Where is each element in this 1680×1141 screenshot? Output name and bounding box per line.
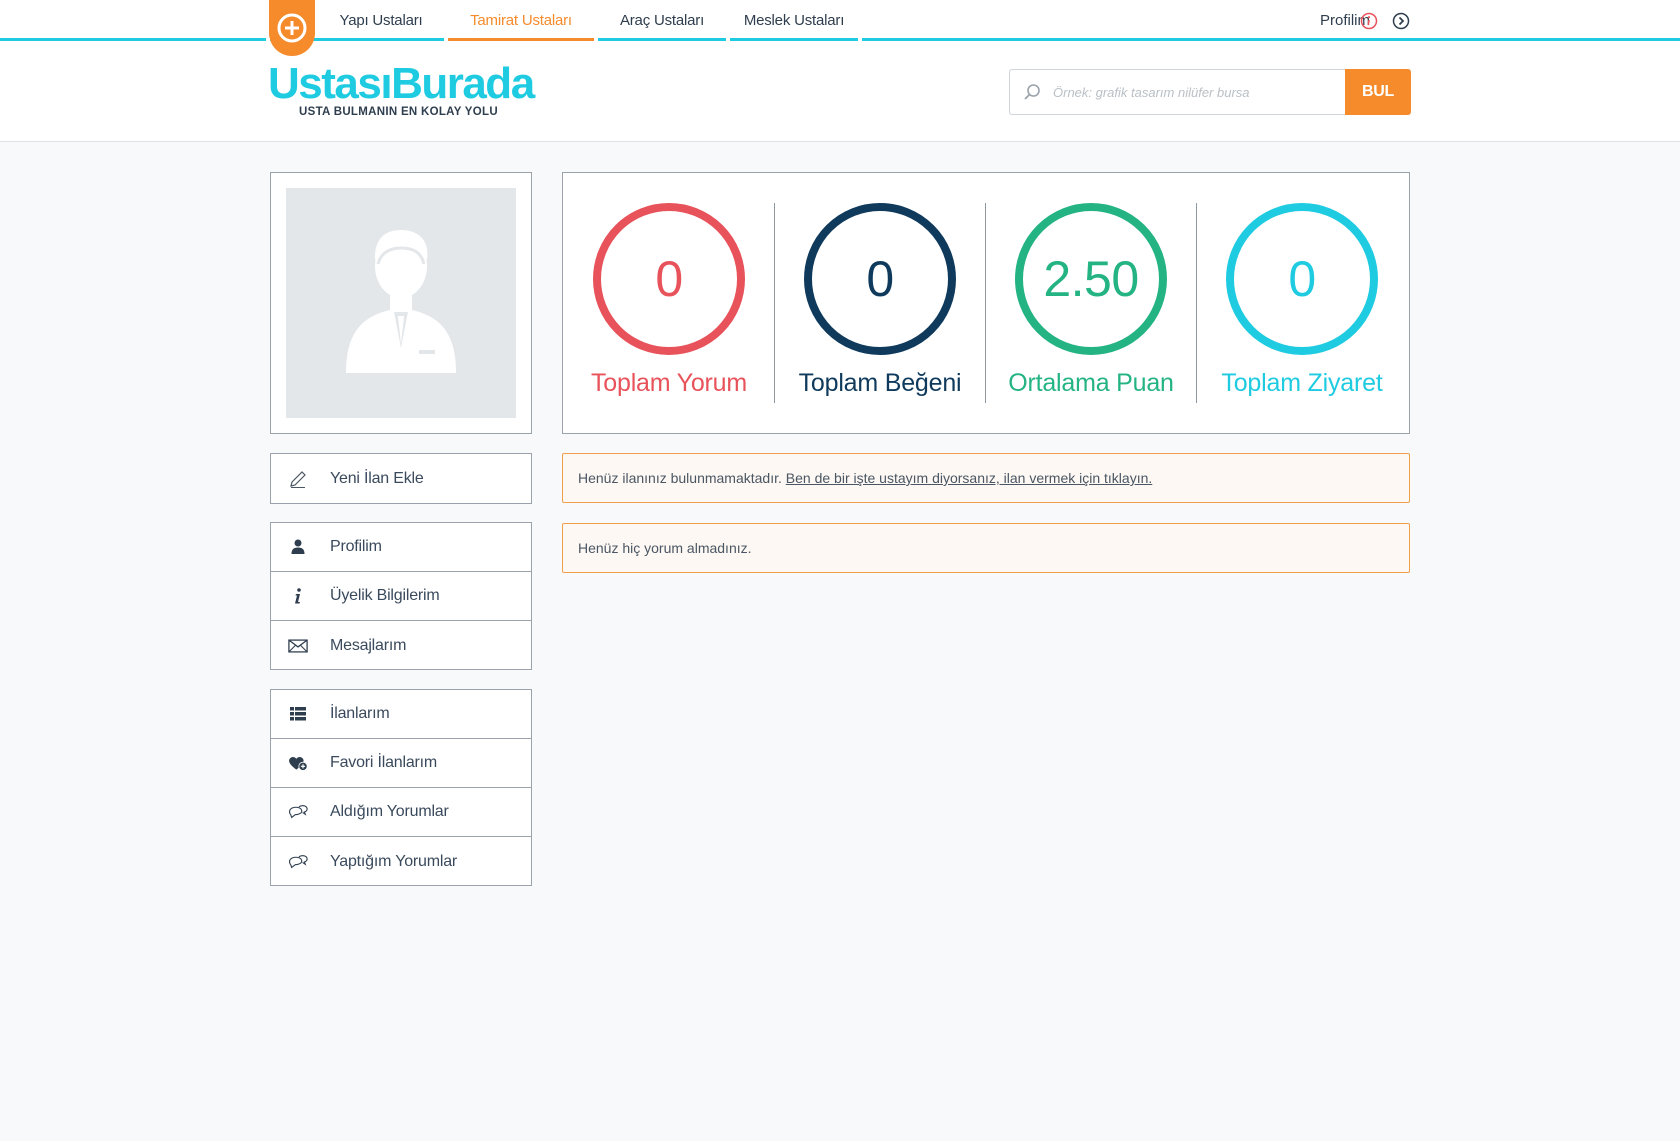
- header: Yapı Ustaları Tamirat Ustaları Araç Usta…: [0, 0, 1680, 142]
- sidebar-item-aldigim-yorumlar[interactable]: Aldığım Yorumlar: [271, 788, 531, 837]
- avatar-card: [270, 172, 532, 434]
- sidebar-item-favori-ilanlarim[interactable]: Favori İlanlarım: [271, 739, 531, 788]
- search-box: [1009, 69, 1345, 115]
- stat-value: 0: [655, 251, 683, 307]
- nav-label: Meslek Ustaları: [743, 12, 845, 29]
- nav-label: Araç Ustaları: [619, 12, 705, 29]
- sidebar-item-mesajlarim[interactable]: Mesajlarım: [271, 621, 531, 670]
- sidebar-item-label: Profilim: [330, 538, 382, 555]
- sidebar-listings-group: İlanlarım Favori İlanlarım Aldığım Yorum…: [270, 689, 532, 886]
- logout-arrow-icon[interactable]: [1392, 12, 1410, 30]
- nav-separator: [858, 38, 862, 41]
- list-icon: [288, 704, 308, 724]
- nav-yapi-ustalari[interactable]: Yapı Ustaları: [318, 0, 444, 41]
- pencil-icon: [288, 469, 308, 489]
- nav-underline: [318, 38, 444, 41]
- search-button[interactable]: BUL: [1345, 69, 1411, 115]
- sidebar-item-label: Aldığım Yorumlar: [330, 803, 449, 820]
- nav-underline: [730, 38, 858, 41]
- nav-tamirat-ustalari[interactable]: Tamirat Ustaları: [448, 0, 594, 41]
- nav-separator: [444, 38, 448, 41]
- plus-circle-icon: [277, 13, 307, 43]
- sidebar-item-label: Mesajlarım: [330, 636, 407, 654]
- site-logo[interactable]: UstasıBurada: [268, 62, 535, 106]
- nav-separator: [266, 38, 270, 41]
- nav-label: Tamirat Ustaları: [470, 12, 572, 29]
- stat-label: Toplam Yorum: [590, 369, 748, 397]
- alert-text: Henüz ilanınız bulunmamaktadır.: [578, 470, 782, 486]
- user-icon: [288, 537, 308, 557]
- nav-underline: [598, 38, 726, 41]
- nav-arac-ustalari[interactable]: Araç Ustaları: [598, 0, 726, 41]
- stat-toplam-ziyaret: 0 Toplam Ziyaret: [1196, 173, 1408, 433]
- stat-toplam-yorum: 0 Toplam Yorum: [563, 173, 775, 433]
- nav-separator: [726, 38, 730, 41]
- stat-value: 0: [866, 251, 894, 307]
- create-listing-link[interactable]: Ben de bir işte ustayım diyorsanız, ilan…: [786, 470, 1152, 486]
- sidebar-item-ilanlarim[interactable]: İlanlarım: [271, 690, 531, 739]
- avatar-placeholder[interactable]: [286, 188, 516, 418]
- stat-toplam-begeni: 0 Toplam Beğeni: [774, 173, 986, 433]
- info-icon: [288, 586, 308, 606]
- stat-ortalama-puan: 2.50 Ortalama Puan: [985, 173, 1197, 433]
- sidebar-item-uyelik-bilgilerim[interactable]: Üyelik Bilgilerim: [271, 572, 531, 621]
- alert-no-comments: Henüz hiç yorum almadınız.: [562, 523, 1410, 573]
- sidebar-item-yeni-ilan-ekle[interactable]: Yeni İlan Ekle: [271, 454, 531, 503]
- nav-separator: [594, 38, 598, 41]
- heart-plus-icon: [288, 753, 308, 773]
- nav-label: Yapı Ustaları: [339, 12, 423, 29]
- nav-meslek-ustalari[interactable]: Meslek Ustaları: [730, 0, 858, 41]
- stat-label: Toplam Ziyaret: [1221, 369, 1383, 397]
- comments-icon: [288, 852, 308, 872]
- stat-label: Ortalama Puan: [1008, 369, 1174, 397]
- stat-ring: 0: [1226, 203, 1378, 355]
- envelope-icon: [288, 636, 308, 656]
- stat-value: 0: [1288, 251, 1316, 307]
- stat-ring: 2.50: [1015, 203, 1167, 355]
- nav-underline: [448, 38, 594, 41]
- sidebar-item-label: Favori İlanlarım: [330, 754, 438, 771]
- sidebar-primary-group: Yeni İlan Ekle: [270, 453, 532, 504]
- stats-card: 0 Toplam Yorum 0 Toplam Beğeni 2.50 Orta…: [562, 172, 1410, 434]
- add-listing-badge[interactable]: [269, 0, 315, 56]
- site-tagline: USTA BULMANIN EN KOLAY YOLU: [299, 106, 498, 118]
- user-silhouette-icon: [346, 228, 456, 373]
- search-input[interactable]: [1053, 70, 1338, 114]
- stat-ring: 0: [593, 203, 745, 355]
- comments-icon: [288, 802, 308, 822]
- alert-text: Henüz hiç yorum almadınız.: [578, 540, 752, 556]
- alert-no-listings: Henüz ilanınız bulunmamaktadır. Ben de b…: [562, 453, 1410, 503]
- search-icon: [1024, 84, 1040, 100]
- sidebar-item-label: Üyelik Bilgilerim: [330, 587, 440, 604]
- stat-ring: 0: [804, 203, 956, 355]
- stat-label: Toplam Beğeni: [798, 369, 962, 397]
- sidebar-item-yaptigim-yorumlar[interactable]: Yaptığım Yorumlar: [271, 837, 531, 886]
- sidebar-item-label: Yeni İlan Ekle: [330, 469, 424, 487]
- profile-link[interactable]: Profilim: [1270, 0, 1370, 42]
- info-alert-icon[interactable]: [1360, 12, 1378, 30]
- stat-value: 2.50: [1043, 251, 1139, 307]
- sidebar-account-group: Profilim Üyelik Bilgilerim Mesajlarım: [270, 522, 532, 670]
- sidebar-item-profilim[interactable]: Profilim: [271, 523, 531, 572]
- sidebar-item-label: Yaptığım Yorumlar: [330, 852, 458, 870]
- sidebar-item-label: İlanlarım: [330, 705, 390, 722]
